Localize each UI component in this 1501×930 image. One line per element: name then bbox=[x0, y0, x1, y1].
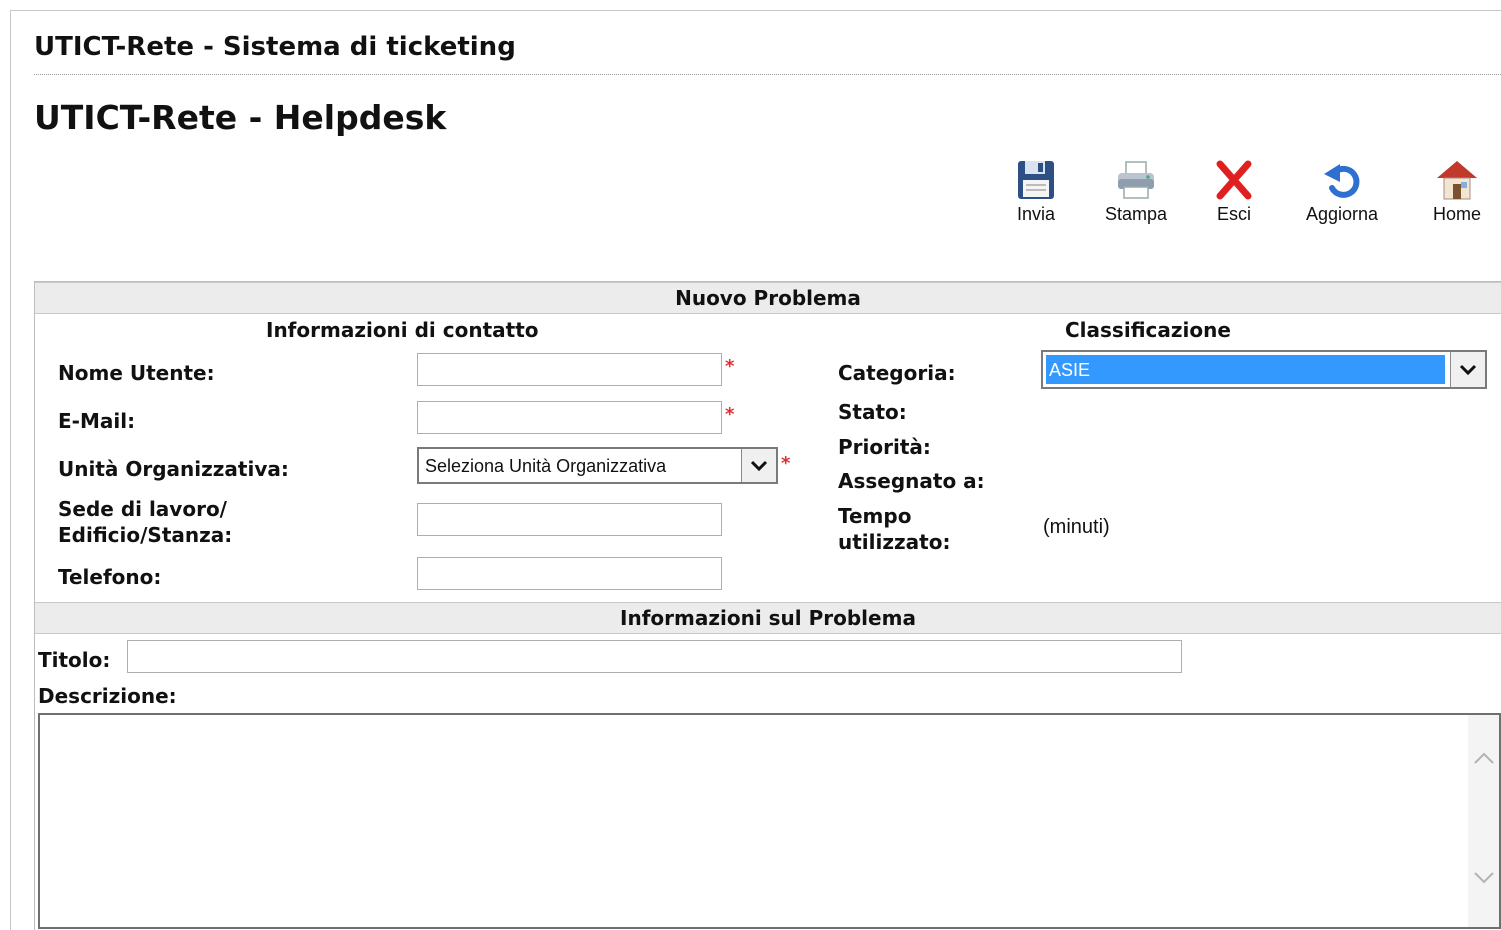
invia-label: Invia bbox=[1016, 204, 1056, 224]
unita-selected-value: Seleziona Unità Organizzativa bbox=[425, 456, 667, 476]
email-input[interactable] bbox=[417, 401, 722, 434]
stampa-label: Stampa bbox=[1104, 204, 1168, 224]
titolo-input[interactable] bbox=[127, 640, 1182, 673]
esci-button[interactable]: Esci bbox=[1208, 158, 1260, 225]
descrizione-label: Descrizione: bbox=[38, 684, 177, 708]
nome-utente-label: Nome Utente: bbox=[58, 361, 215, 385]
unita-organizzativa-label: Unità Organizzativa: bbox=[58, 457, 289, 481]
floppy-disk-icon bbox=[1018, 161, 1054, 199]
chevron-up-icon[interactable] bbox=[1473, 751, 1495, 765]
house-icon bbox=[1437, 161, 1477, 200]
invia-button[interactable]: Invia bbox=[1010, 158, 1062, 225]
sede-label-line1: Sede di lavoro/ bbox=[58, 497, 227, 521]
chevron-down-icon[interactable] bbox=[741, 449, 776, 482]
title-divider bbox=[34, 74, 1501, 75]
telefono-label: Telefono: bbox=[58, 565, 162, 589]
sede-input[interactable] bbox=[417, 503, 722, 536]
nome-utente-input[interactable] bbox=[417, 353, 722, 386]
contact-heading: Informazioni di contatto bbox=[266, 318, 539, 342]
printer-icon bbox=[1118, 161, 1154, 199]
descrizione-textarea[interactable] bbox=[38, 713, 1501, 929]
categoria-select[interactable]: ASIE bbox=[1041, 350, 1487, 389]
tempo-label-line2: utilizzato: bbox=[838, 530, 951, 554]
unita-organizzativa-select[interactable]: Seleziona Unità Organizzativa bbox=[417, 447, 778, 484]
aggiorna-button[interactable]: Aggiorna bbox=[1296, 158, 1388, 225]
categoria-selected-value: ASIE bbox=[1049, 360, 1091, 380]
tempo-label-line1: Tempo bbox=[838, 504, 912, 528]
exit-x-icon bbox=[1216, 160, 1252, 200]
stampa-button[interactable]: Stampa bbox=[1096, 158, 1176, 225]
home-label: Home bbox=[1432, 204, 1481, 224]
required-marker: * bbox=[725, 404, 735, 425]
priorita-label: Priorità: bbox=[838, 435, 931, 459]
section-bar-nuovo-problema: Nuovo Problema bbox=[35, 282, 1501, 314]
home-button[interactable]: Home bbox=[1426, 158, 1488, 225]
required-marker: * bbox=[781, 453, 791, 474]
telefono-input[interactable] bbox=[417, 557, 722, 590]
assegnato-label: Assegnato a: bbox=[838, 469, 985, 493]
descrizione-scrollbar[interactable] bbox=[1468, 715, 1499, 927]
page-title: UTICT-Rete - Helpdesk bbox=[34, 98, 447, 137]
sede-label-line2: Edificio/Stanza: bbox=[58, 523, 233, 547]
chevron-down-icon[interactable] bbox=[1473, 871, 1495, 885]
required-marker: * bbox=[725, 356, 735, 377]
categoria-label: Categoria: bbox=[838, 361, 956, 385]
classification-heading: Classificazione bbox=[1065, 318, 1231, 342]
email-label: E-Mail: bbox=[58, 409, 136, 433]
titolo-label: Titolo: bbox=[38, 648, 111, 672]
app-title: UTICT-Rete - Sistema di ticketing bbox=[34, 32, 516, 62]
chevron-down-icon[interactable] bbox=[1450, 352, 1485, 387]
tempo-unit: (minuti) bbox=[1043, 516, 1110, 538]
selected-highlight bbox=[1046, 355, 1445, 384]
section-bar-informazioni-problema: Informazioni sul Problema bbox=[35, 602, 1501, 634]
aggiorna-label: Aggiorna bbox=[1305, 204, 1379, 224]
esci-label: Esci bbox=[1216, 204, 1251, 224]
stato-label: Stato: bbox=[838, 400, 907, 424]
refresh-arrow-icon bbox=[1324, 164, 1360, 198]
